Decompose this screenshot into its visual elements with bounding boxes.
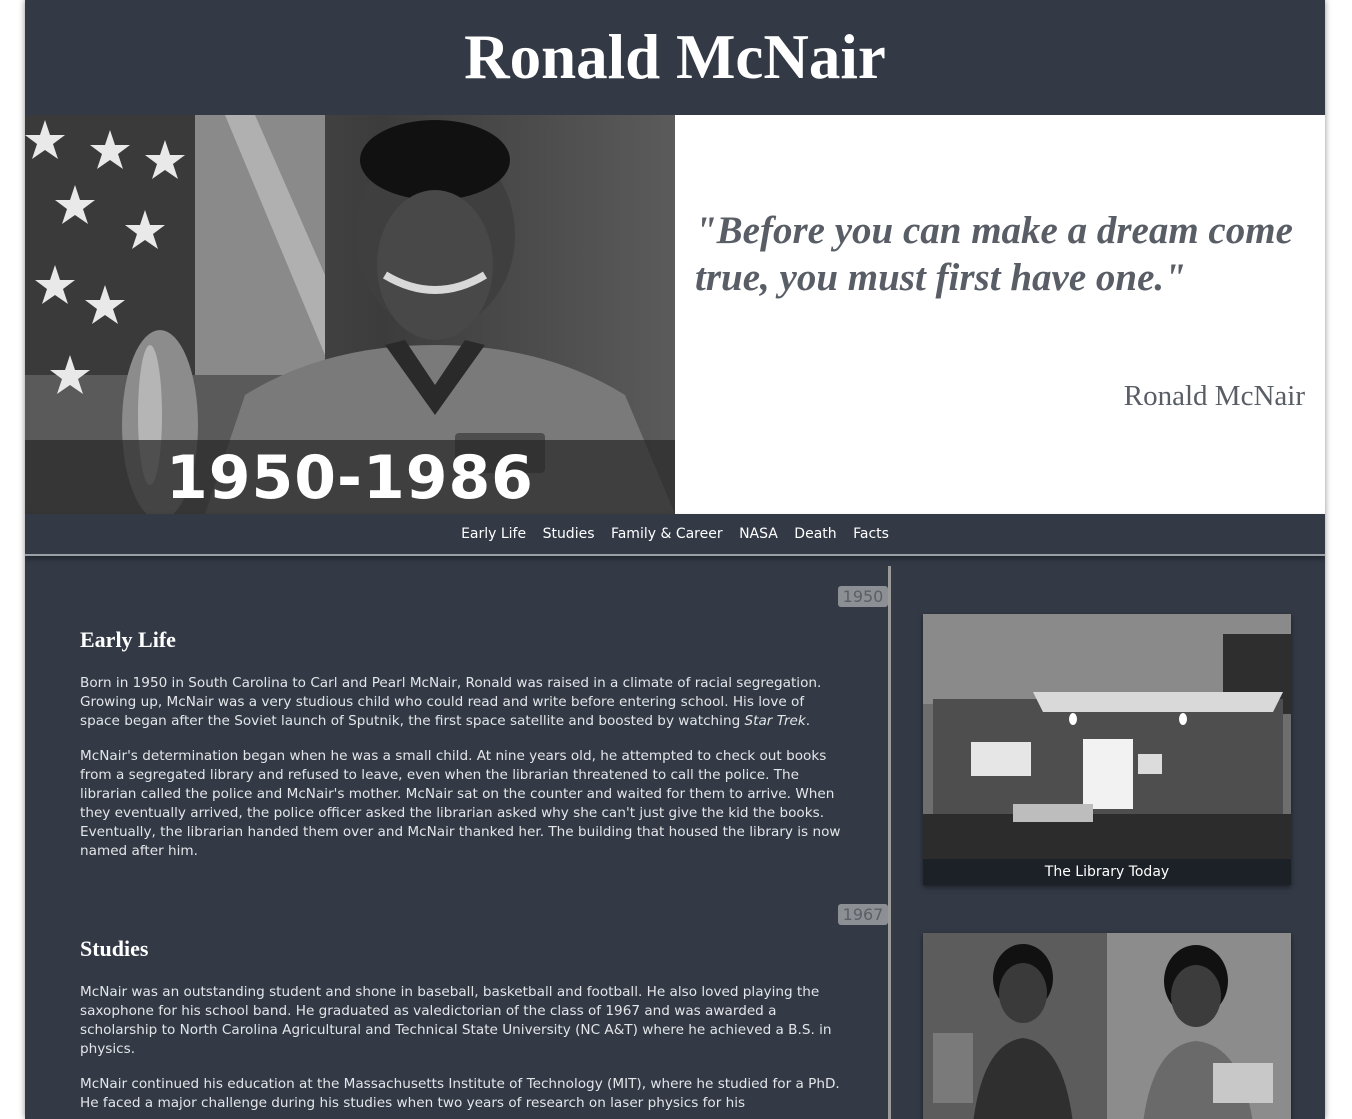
quote-author: Ronald McNair: [1123, 380, 1305, 412]
section-heading: Studies: [80, 936, 149, 961]
nav-early-life[interactable]: Early Life: [461, 514, 526, 554]
section-nav: Early Life Studies Family & Career NASA …: [25, 514, 1325, 556]
lifespan-years: 1950-1986: [166, 443, 534, 513]
quote-text: "Before you can make a dream come true, …: [695, 209, 1293, 299]
year-tag: 1967: [838, 904, 888, 925]
nav-family-career[interactable]: Family & Career: [611, 514, 723, 554]
section-paragraph: McNair was an outstanding student and sh…: [80, 984, 832, 1057]
year-tag: 1950: [838, 586, 888, 607]
paragraph-text: Born in 1950 in South Carolina to Carl a…: [80, 675, 822, 729]
section-heading: Early Life: [80, 627, 176, 652]
section-paragraph: McNair continued his education at the Ma…: [80, 1076, 840, 1111]
nav-death[interactable]: Death: [794, 514, 836, 554]
lab-photo: [923, 933, 1291, 1119]
page-title: Ronald McNair: [464, 22, 886, 92]
section-paragraph: Born in 1950 in South Carolina to Carl a…: [80, 674, 848, 731]
section-paragraph: McNair's determination began when he was…: [80, 748, 841, 859]
library-photo: The Library Today: [923, 614, 1291, 885]
portrait-photo: 1950-1986: [25, 115, 675, 514]
page-container: Ronald McNair 1950-1986 "Before you can …: [25, 0, 1325, 1119]
header: Ronald McNair: [25, 0, 1325, 115]
nav-facts[interactable]: Facts: [853, 514, 889, 554]
photo-caption: The Library Today: [923, 859, 1291, 885]
timeline-line: [888, 566, 891, 1119]
nav-studies[interactable]: Studies: [543, 514, 595, 554]
italic-title: Star Trek: [744, 713, 806, 729]
quote-panel: "Before you can make a dream come true, …: [675, 115, 1325, 514]
paragraph-punctuation: .: [805, 713, 811, 729]
nav-nasa[interactable]: NASA: [739, 514, 778, 554]
